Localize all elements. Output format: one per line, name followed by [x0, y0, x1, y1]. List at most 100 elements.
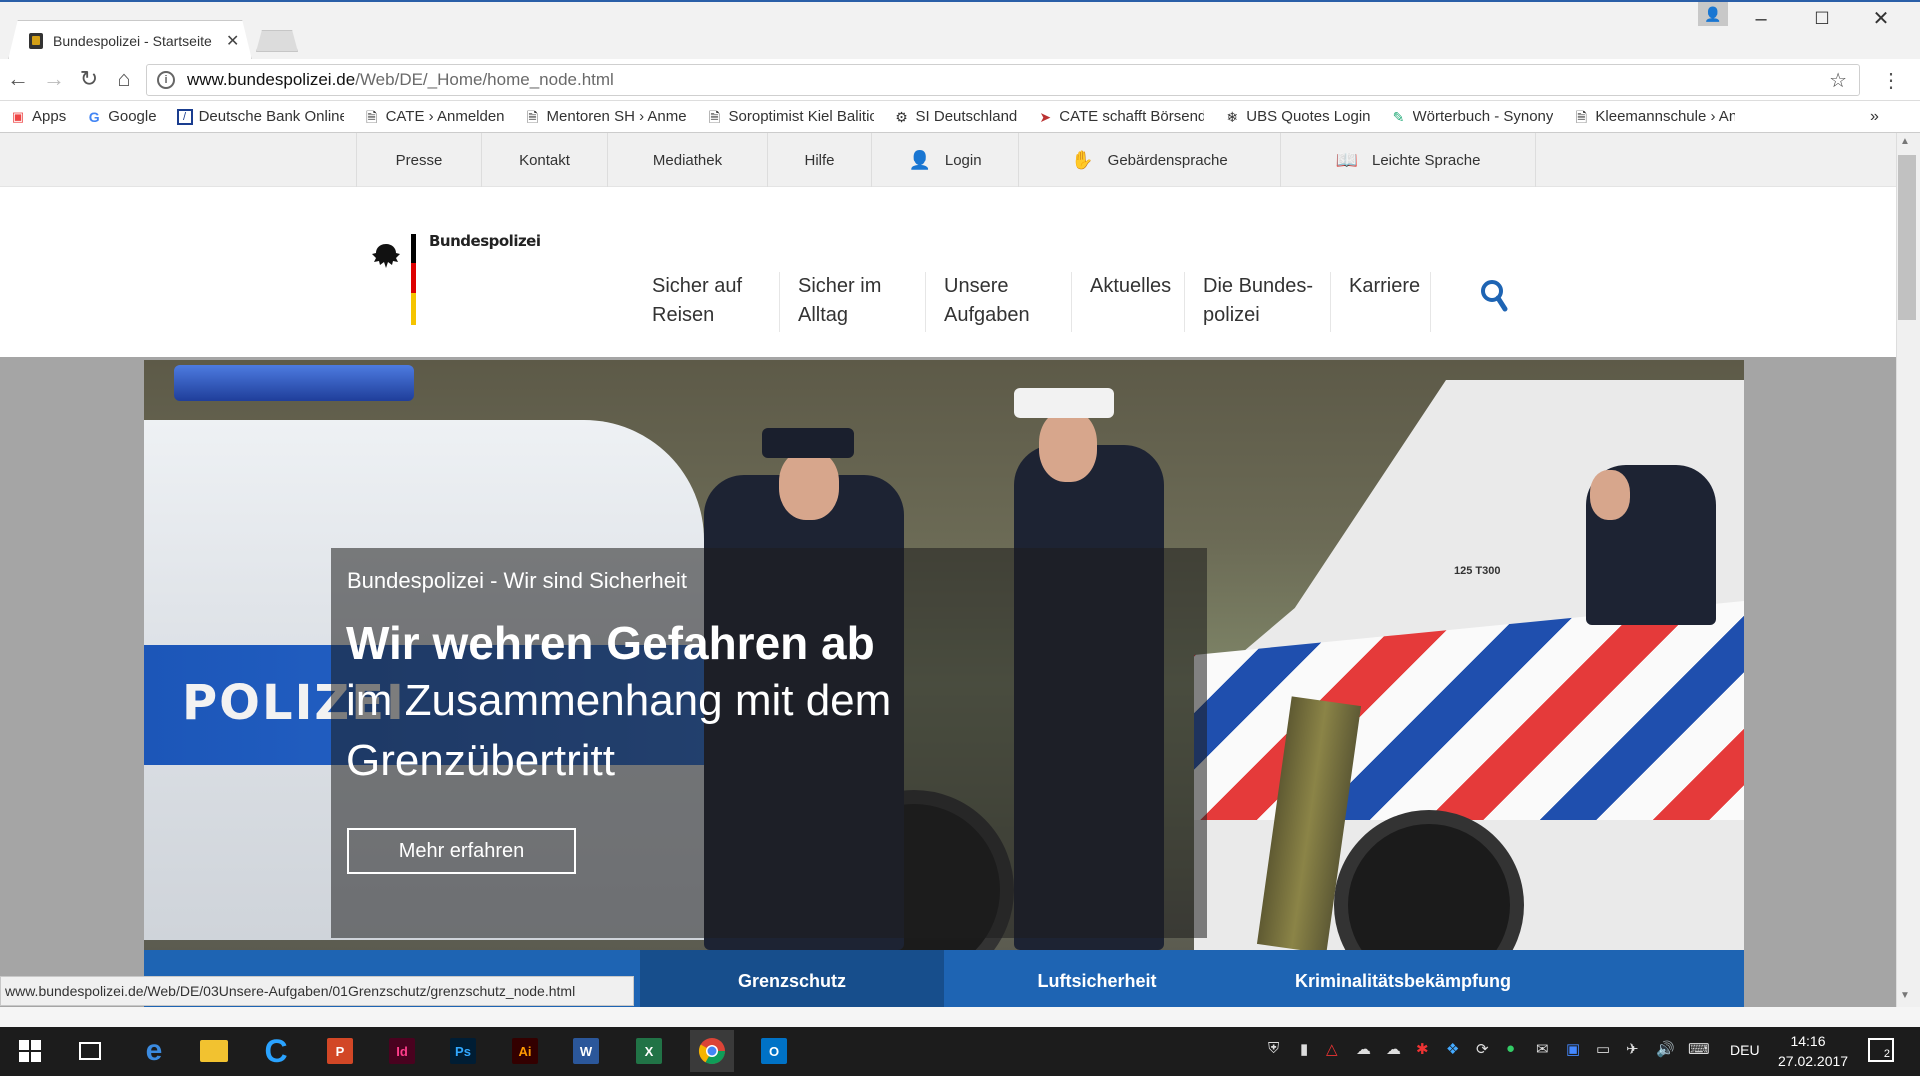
notifications-icon[interactable]: 2	[1868, 1038, 1894, 1062]
bookmark-kleemannschule[interactable]: 🗎 Kleemannschule › Anr	[1573, 108, 1736, 125]
windows-start-icon[interactable]	[8, 1030, 52, 1072]
mainnav-label: Sicher auf	[652, 275, 743, 297]
shield-icon[interactable]: ⛨	[1268, 1040, 1279, 1057]
volume-icon[interactable]: 🔊	[1656, 1040, 1675, 1058]
globe-icon[interactable]: ●	[1506, 1040, 1515, 1057]
minimize-icon[interactable]: –	[1738, 4, 1784, 34]
mainnav-aktuelles[interactable]: Aktuelles	[1072, 272, 1185, 332]
nav-kontakt[interactable]: Kontakt	[481, 133, 607, 187]
mainnav-sicher-auf-reisen[interactable]: Sicher auf Reisen	[634, 272, 780, 332]
edge-icon[interactable]: e	[132, 1030, 176, 1072]
dropbox-icon[interactable]: ❖	[1446, 1040, 1459, 1058]
officer-face	[779, 450, 839, 520]
usb-icon[interactable]: ▮	[1300, 1040, 1308, 1058]
tab-luftsicherheit[interactable]: Luftsicherheit	[944, 950, 1250, 1007]
mainnav-label: Alltag	[798, 304, 849, 326]
excel-icon[interactable]: X	[627, 1030, 671, 1072]
bookmark-si-deutschland[interactable]: ⚙ SI Deutschland	[894, 108, 1017, 125]
search-icon[interactable]	[1480, 279, 1508, 318]
bookmark-label: Wörterbuch - Synony	[1412, 108, 1554, 125]
scroll-down-icon[interactable]: ▼	[1900, 990, 1910, 1001]
scroll-up-icon[interactable]: ▲	[1900, 136, 1910, 147]
indesign-icon[interactable]: Id	[380, 1030, 424, 1072]
clock-date: 27.02.2017	[1778, 1053, 1849, 1069]
profile-icon[interactable]: 👤	[1698, 2, 1728, 26]
powerpoint-icon[interactable]: P	[318, 1030, 362, 1072]
bookmark-apps[interactable]: ▣ Apps	[10, 108, 66, 125]
back-icon[interactable]: ←	[4, 66, 32, 92]
mainnav-karriere[interactable]: Karriere	[1331, 272, 1431, 332]
menu-icon[interactable]: ⋮	[1877, 68, 1905, 93]
nav-gebaerdensprache[interactable]: ✋ Gebärdensprache	[1018, 133, 1280, 187]
info-icon[interactable]: i	[157, 71, 175, 89]
browser-tab[interactable]: Bundespolizei - Startseite ✕	[8, 20, 252, 60]
hero-headline-line3: Grenzübertritt	[346, 736, 615, 785]
nav-label: Presse	[395, 151, 443, 169]
home-icon[interactable]: ⌂	[110, 66, 138, 92]
illustrator-icon[interactable]: Ai	[503, 1030, 547, 1072]
antivirus-icon[interactable]: ✱	[1416, 1040, 1429, 1058]
more-bookmarks-icon[interactable]: »	[1870, 108, 1879, 126]
nav-mediathek[interactable]: Mediathek	[607, 133, 767, 187]
clock-time: 14:16	[1790, 1033, 1826, 1049]
bookmark-label: Google	[108, 108, 157, 125]
airplane-icon[interactable]: ✈	[1626, 1040, 1639, 1058]
nav-leichte-sprache[interactable]: 📖 Leichte Sprache	[1280, 133, 1536, 187]
mail-icon[interactable]: ✉	[1536, 1040, 1549, 1058]
reload-icon[interactable]: ↻	[75, 66, 103, 92]
bookmark-cate-boersen[interactable]: ➤ CATE schafft Börsend	[1037, 108, 1204, 125]
nav-hilfe[interactable]: Hilfe	[767, 133, 871, 187]
task-view-icon[interactable]	[68, 1030, 112, 1072]
bookmark-star-icon[interactable]: ☆	[1829, 68, 1847, 93]
hero-headline-line2: im Zusammenhang mit dem	[346, 676, 892, 725]
tab-grenzschutz[interactable]: Grenzschutz	[640, 950, 944, 1007]
close-tab-icon[interactable]: ✕	[226, 31, 239, 51]
language-indicator[interactable]: DEU	[1730, 1042, 1760, 1058]
outlook-tray-icon[interactable]: ▣	[1566, 1040, 1580, 1058]
outlook-icon[interactable]: O	[752, 1030, 796, 1072]
onedrive-icon[interactable]: ☁	[1356, 1040, 1371, 1058]
bookmark-label: CATE schafft Börsend	[1059, 108, 1205, 125]
mehr-erfahren-button[interactable]: Mehr erfahren	[347, 828, 576, 874]
tab-kriminalitaetsbekaempfung[interactable]: Kriminalitätsbekämpfung	[1250, 950, 1556, 1007]
mainnav-unsere-aufgaben[interactable]: Unsere Aufgaben	[926, 272, 1072, 332]
bookmark-deutsche-bank[interactable]: / Deutsche Bank Online	[176, 108, 344, 125]
bookmarks-bar: ▣ Apps G Google / Deutsche Bank Online 🗎 CAT…	[0, 101, 1920, 133]
page-icon: 🗎	[1575, 108, 1588, 125]
mainnav-die-bundespolizei[interactable]: Die Bundes-polizei	[1185, 272, 1331, 332]
hero-subtitle: Bundespolizei - Wir sind Sicherheit	[347, 568, 687, 593]
nav-login[interactable]: 👤 Login	[871, 133, 1018, 187]
bookmark-soroptimist[interactable]: 🗎 Soroptimist Kiel Balitic	[707, 108, 874, 125]
cortana-icon[interactable]: C	[254, 1030, 298, 1072]
battery-icon[interactable]: ▭	[1596, 1040, 1610, 1058]
maximize-icon[interactable]: ☐	[1799, 4, 1845, 34]
address-bar[interactable]: i www.bundespolizei.de/Web/DE/_Home/home…	[146, 64, 1860, 96]
forward-icon[interactable]: →	[40, 66, 68, 92]
notification-count: 2	[1883, 1048, 1890, 1060]
officer-cap	[1014, 388, 1114, 418]
mainnav-label: Sicher im	[798, 275, 882, 297]
cloud-icon[interactable]: ☁	[1386, 1040, 1401, 1058]
url-domain: www.bundespolizei.de	[187, 70, 356, 89]
nav-presse[interactable]: Presse	[356, 133, 481, 187]
keyboard-icon[interactable]: ⌨	[1688, 1040, 1710, 1058]
nav-label: Kontakt	[519, 151, 570, 169]
bookmark-mentoren[interactable]: 🗎 Mentoren SH › Anmel	[525, 108, 687, 125]
bookmark-ubs[interactable]: ❄ UBS Quotes Login	[1224, 108, 1370, 125]
bookmark-cate[interactable]: 🗎 CATE › Anmelden	[364, 108, 505, 125]
photoshop-icon[interactable]: Ps	[441, 1030, 485, 1072]
bundespolizei-logo[interactable]: Bundespolizei	[370, 232, 541, 327]
chrome-icon[interactable]	[690, 1030, 734, 1072]
bookmark-google[interactable]: G Google	[86, 108, 157, 125]
bookmark-woerterbuch[interactable]: ✎ Wörterbuch - Synony	[1391, 108, 1554, 125]
sync-icon[interactable]: ⟳	[1476, 1040, 1489, 1058]
file-explorer-icon[interactable]	[192, 1030, 236, 1072]
scrollbar-thumb[interactable]	[1898, 155, 1916, 320]
mainnav-sicher-im-alltag[interactable]: Sicher im Alltag	[780, 272, 926, 332]
close-window-icon[interactable]: ✕	[1858, 4, 1904, 34]
clock[interactable]: 14:16 27.02.2017	[1778, 1031, 1849, 1071]
word-icon[interactable]: W	[564, 1030, 608, 1072]
acrobat-icon[interactable]: △	[1326, 1040, 1338, 1058]
new-tab-button[interactable]	[256, 30, 298, 52]
si-icon: ⚙	[895, 108, 908, 125]
